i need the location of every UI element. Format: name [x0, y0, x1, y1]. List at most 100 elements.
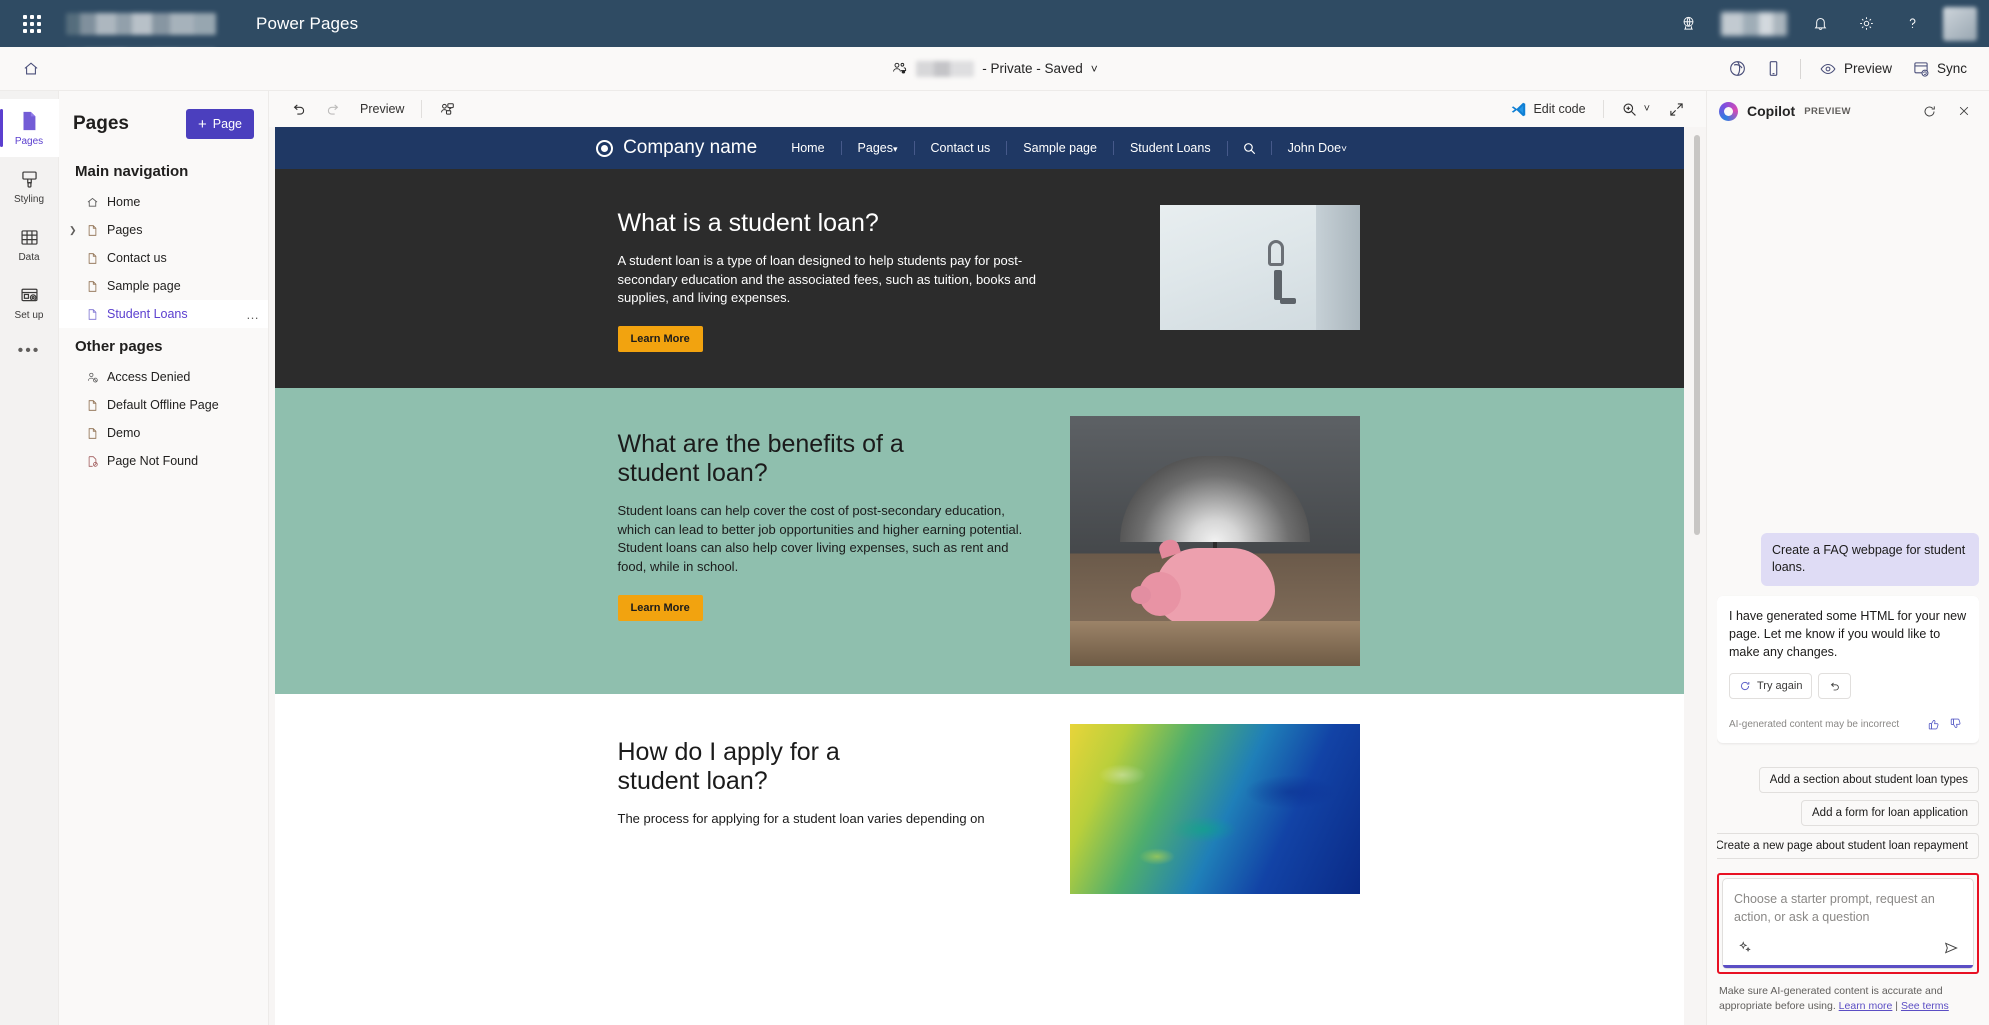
copilot-compose-highlight: Choose a starter prompt, request an acti…	[1717, 873, 1979, 974]
search-icon[interactable]	[1226, 140, 1271, 156]
send-icon[interactable]	[1940, 937, 1962, 959]
site-nav-home[interactable]: Home	[783, 141, 840, 155]
vscode-icon	[1510, 101, 1527, 118]
try-again-label: Try again	[1757, 680, 1803, 693]
app-title: Power Pages	[256, 13, 359, 33]
site-brand: Company name	[596, 137, 757, 159]
close-icon[interactable]	[1951, 98, 1977, 124]
page-icon	[18, 109, 40, 133]
site-preview-frame: Company name Home Pages▾ Contact us Samp…	[275, 127, 1684, 1025]
copilot-panel: Copilot PREVIEW Create a FAQ webpage for…	[1706, 91, 1989, 1025]
app-launcher-icon[interactable]	[12, 4, 52, 44]
site-nav-student-loans[interactable]: Student Loans	[1112, 141, 1227, 155]
table-icon	[19, 225, 40, 249]
learn-more-button[interactable]: Learn More	[617, 595, 703, 622]
sidebar-item-default-offline-page[interactable]: Default Offline Page	[59, 391, 268, 419]
compose-actions	[1734, 937, 1962, 959]
home-icon[interactable]	[14, 52, 48, 86]
add-page-button[interactable]: + Page	[186, 109, 254, 139]
site-nav-links: Home Pages▾ Contact us Sample page Stude…	[783, 140, 1363, 156]
site-user-label: John Doe	[1287, 141, 1342, 155]
sidebar-item-demo[interactable]: Demo	[59, 419, 268, 447]
sidebar-label-student-loans: Student Loans	[107, 307, 188, 321]
undo-button[interactable]	[1818, 673, 1852, 700]
site-menu-chevron-icon[interactable]: ˅	[1091, 62, 1098, 76]
see-terms-link[interactable]: See terms	[1901, 1000, 1949, 1012]
copilot-input-placeholder[interactable]: Choose a starter prompt, request an acti…	[1734, 890, 1962, 926]
learn-more-button[interactable]: Learn More	[617, 326, 703, 353]
home-page-icon	[85, 196, 99, 209]
mobile-preview-icon[interactable]	[1758, 53, 1790, 85]
copilot-compose-box[interactable]: Choose a starter prompt, request an acti…	[1722, 878, 1974, 969]
site-status-label: - Private - Saved	[982, 61, 1083, 76]
section-title-other-pages: Other pages	[75, 338, 163, 355]
refresh-icon[interactable]	[1916, 98, 1942, 124]
collaborate-icon[interactable]	[432, 95, 463, 123]
learn-more-link[interactable]: Learn more	[1839, 1000, 1893, 1012]
rail-label-setup: Set up	[14, 310, 44, 321]
divider	[1602, 100, 1604, 118]
edit-code-button[interactable]: Edit code	[1503, 95, 1592, 123]
site-nav-pages[interactable]: Pages▾	[840, 141, 914, 155]
help-icon[interactable]	[1891, 3, 1933, 45]
canvas-scrollbar[interactable]	[1694, 135, 1700, 1017]
site-section-benefits: What are the benefits of a student loan?…	[275, 388, 1684, 695]
sync-button[interactable]: Sync	[1904, 53, 1975, 85]
rail-item-styling[interactable]: Styling	[0, 157, 59, 215]
suggestion-chip-1[interactable]: Add a section about student loan types	[1758, 767, 1979, 794]
gear-icon[interactable]	[1845, 3, 1887, 45]
sidebar-label-page-not-found: Page Not Found	[107, 454, 199, 468]
copilot-preview-badge: PREVIEW	[1804, 105, 1851, 117]
redo-icon[interactable]	[318, 95, 349, 123]
copilot-assistant-text: I have generated some HTML for your new …	[1729, 608, 1967, 660]
bell-icon[interactable]	[1799, 3, 1841, 45]
suggestion-chip-2[interactable]: Add a form for loan application	[1801, 800, 1979, 827]
pages-list: Main navigation Home ❯ Pages Contact us …	[59, 153, 268, 1025]
sidebar-item-access-denied[interactable]: Access Denied	[59, 363, 268, 391]
sparkle-icon[interactable]	[1734, 937, 1756, 959]
edit-code-label: Edit code	[1533, 102, 1586, 116]
tenant-logo-redacted	[66, 12, 216, 35]
command-bar: - Private - Saved ˅ Preview Sync	[0, 47, 1989, 91]
chevron-right-icon[interactable]: ❯	[69, 225, 77, 236]
scrollbar-thumb[interactable]	[1694, 135, 1700, 535]
zoom-icon[interactable]: ˅	[1614, 95, 1657, 123]
suggestion-chip-3[interactable]: Create a new page about student loan rep…	[1717, 833, 1979, 860]
sidebar-item-sample-page[interactable]: Sample page	[59, 272, 268, 300]
site-nav-sample-page[interactable]: Sample page	[1006, 141, 1113, 155]
rail-item-setup[interactable]: Set up	[0, 273, 59, 331]
sidebar-item-contact-us[interactable]: Contact us	[59, 244, 268, 272]
thumbs-up-icon[interactable]	[1923, 713, 1945, 735]
sidebar-item-pages[interactable]: ❯ Pages	[59, 216, 268, 244]
thumbs-down-icon[interactable]	[1945, 713, 1967, 735]
try-again-button[interactable]: Try again	[1729, 673, 1813, 700]
preview-button[interactable]: Preview	[1811, 53, 1900, 85]
file-icon	[85, 224, 99, 237]
site-user-menu[interactable]: John Doe˅	[1270, 141, 1363, 155]
undo-icon[interactable]	[283, 95, 314, 123]
suite-bar-actions	[1667, 3, 1977, 45]
suite-bar: Power Pages	[0, 0, 1989, 59]
canvas-preview-button[interactable]: Preview	[353, 95, 411, 123]
rail-more-button[interactable]: •••	[0, 331, 59, 371]
copilot-assistant-message: I have generated some HTML for your new …	[1717, 595, 1979, 744]
browser-preview-icon[interactable]	[1722, 53, 1754, 85]
rail-item-data[interactable]: Data	[0, 215, 59, 273]
zoom-chevron-down-icon[interactable]: ˅	[1644, 103, 1650, 115]
sidebar-item-page-not-found[interactable]: Page Not Found	[59, 447, 268, 475]
rail-item-pages[interactable]: Pages	[0, 99, 59, 157]
sidebar-item-overflow-icon[interactable]: …	[246, 307, 260, 322]
file-icon	[85, 427, 99, 440]
file-icon	[85, 280, 99, 293]
canvas-viewport: Company name Home Pages▾ Contact us Samp…	[269, 127, 1706, 1025]
environment-icon[interactable]	[1667, 3, 1709, 45]
site-nav-contact-us[interactable]: Contact us	[913, 141, 1007, 155]
avatar[interactable]	[1943, 6, 1977, 41]
sidebar-item-home[interactable]: Home	[59, 188, 268, 216]
sidebar-item-student-loans[interactable]: Student Loans …	[59, 300, 268, 328]
compose-focus-bar	[1723, 964, 1973, 968]
person-denied-icon	[85, 371, 99, 384]
canvas-toolbar: Preview Edit code ˅	[269, 91, 1706, 127]
expand-icon[interactable]	[1661, 95, 1692, 123]
copilot-logo-icon	[1719, 101, 1738, 121]
